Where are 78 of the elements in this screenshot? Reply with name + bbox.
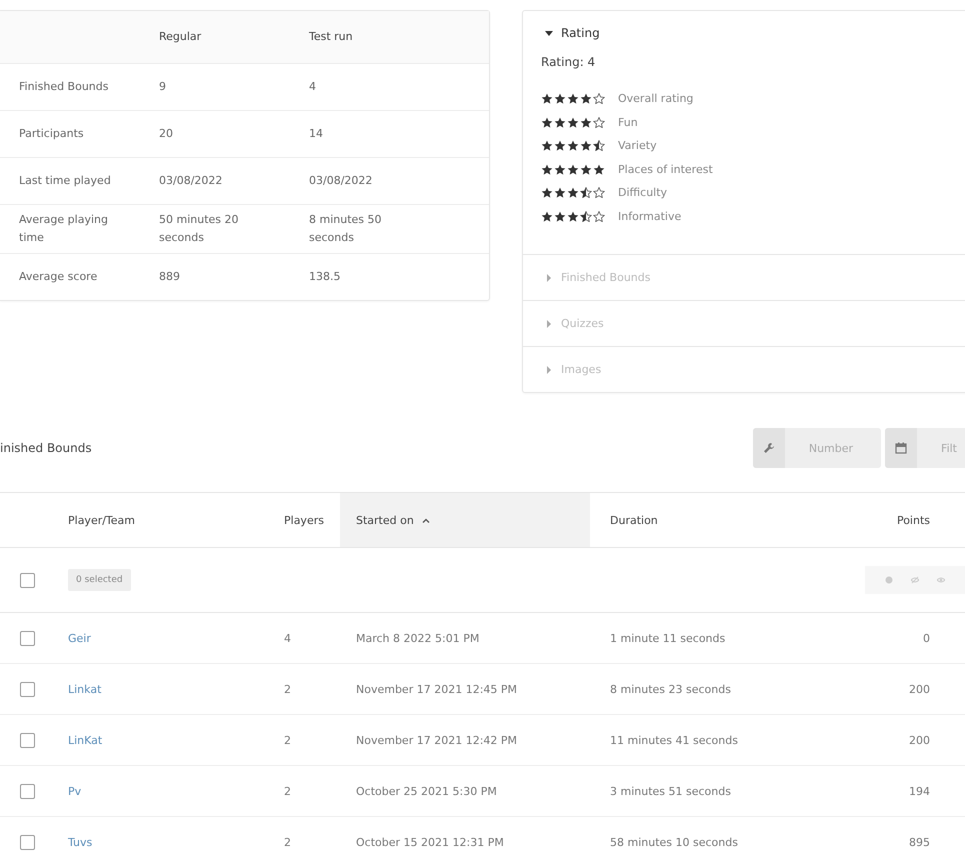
row-label: Participants [19, 126, 85, 142]
column-header[interactable]: Duration [590, 493, 840, 547]
table-cell-text: 4 [284, 632, 292, 644]
calendar-icon [895, 442, 908, 454]
table-cell-text: 03/08/2022 [309, 173, 374, 189]
table-cell-text: 14 [309, 126, 324, 142]
select-all-checkbox[interactable] [20, 572, 35, 588]
table-cell-text: 194 [908, 784, 930, 798]
table-cell-text: 1 minute 11 seconds [609, 632, 726, 644]
player-link[interactable]: Tuvs [68, 836, 284, 848]
column-header: Regular [159, 29, 202, 45]
table-cell-text: October 15 2021 12:31 PM [355, 836, 505, 848]
table-cell-text: 50 minutes 20 seconds [159, 212, 240, 246]
table-cell-text: 8 minutes 50 seconds [309, 212, 383, 246]
rating-label: Informative [618, 210, 682, 223]
circle-icon [885, 576, 893, 584]
row-checkbox[interactable] [20, 630, 35, 646]
table-cell-text: November 17 2021 12:42 PM [355, 734, 518, 746]
row-label: Finished Bounds [19, 79, 110, 95]
caret-icon [545, 366, 553, 374]
rating-label: Difficulty [618, 186, 668, 200]
player-link[interactable]: LinKat [68, 734, 284, 746]
table-cell-text: 8 minutes 23 seconds [609, 682, 732, 696]
table-cell-text: 9 [159, 79, 167, 95]
column-header[interactable]: Player/Team [68, 493, 284, 547]
table-cell-text: October 25 2021 5:30 PM [355, 784, 498, 798]
rating-summary: Rating: 4 [541, 55, 596, 69]
section-heading: inished Bounds [0, 441, 92, 455]
table-cell-text: 3 minutes 51 seconds [609, 784, 732, 798]
toolbar-button[interactable]: Number [752, 428, 882, 468]
accordion-header[interactable]: Finished Bounds [523, 255, 965, 300]
rating-label: Overall rating [618, 92, 694, 106]
column-header[interactable]: Started on [340, 493, 590, 547]
accordion-header[interactable]: Images [523, 347, 965, 392]
player-link[interactable]: Pv [68, 784, 284, 798]
table-cell-text: 0 [922, 632, 930, 644]
toolbar-button[interactable]: Filt [885, 428, 965, 468]
table-cell-text: 11 minutes 41 seconds [609, 734, 739, 746]
sort-up-icon [422, 518, 430, 522]
table-cell-text: March 8 2022 5:01 PM [355, 632, 480, 644]
accordion-header[interactable]: Quizzes [523, 301, 965, 346]
table-cell-text: 895 [908, 836, 930, 848]
caret-icon [545, 29, 553, 37]
player-link[interactable]: Geir [68, 632, 284, 644]
player-link[interactable]: Linkat [68, 682, 284, 696]
row-checkbox[interactable] [20, 784, 35, 798]
rating-label: Variety [618, 139, 657, 152]
caret-icon [545, 320, 553, 328]
table-cell-text: 2 [284, 784, 292, 798]
table-cell-text: November 17 2021 12:45 PM [355, 682, 518, 696]
table-cell-text: 20 [159, 126, 174, 142]
caret-icon [545, 274, 553, 282]
table-cell-text: 200 [908, 734, 930, 746]
column-header: Test run [309, 29, 354, 45]
rating-label: Fun [618, 116, 638, 129]
table-cell-text: 58 minutes 10 seconds [609, 836, 739, 848]
table-cell-text: 2 [284, 682, 292, 696]
selection-count: 0 selected [68, 569, 131, 591]
table-cell-text: 138.5 [309, 269, 342, 285]
column-header[interactable]: Players [284, 493, 340, 547]
wrench-icon [762, 442, 775, 454]
table-cell-text: 2 [284, 836, 292, 848]
row-label: Average playing time [19, 212, 109, 246]
row-checkbox[interactable] [20, 682, 35, 696]
eye-icon [937, 576, 945, 584]
eye-slash-icon [911, 576, 919, 584]
accordion-header[interactable]: Rating [523, 11, 965, 55]
rating-label: Places of interest [618, 162, 713, 176]
table-cell-text: 03/08/2022 [159, 173, 224, 189]
row-label: Last time played [19, 173, 112, 189]
table-cell-text: 2 [284, 734, 292, 746]
table-cell-text: 200 [908, 682, 930, 696]
column-header[interactable]: Points [840, 493, 930, 547]
row-label: Average score [19, 269, 98, 285]
table-cell-text: 4 [309, 79, 317, 95]
row-checkbox[interactable] [20, 834, 35, 850]
row-checkbox[interactable] [20, 732, 35, 748]
table-cell-text: 889 [159, 269, 181, 285]
